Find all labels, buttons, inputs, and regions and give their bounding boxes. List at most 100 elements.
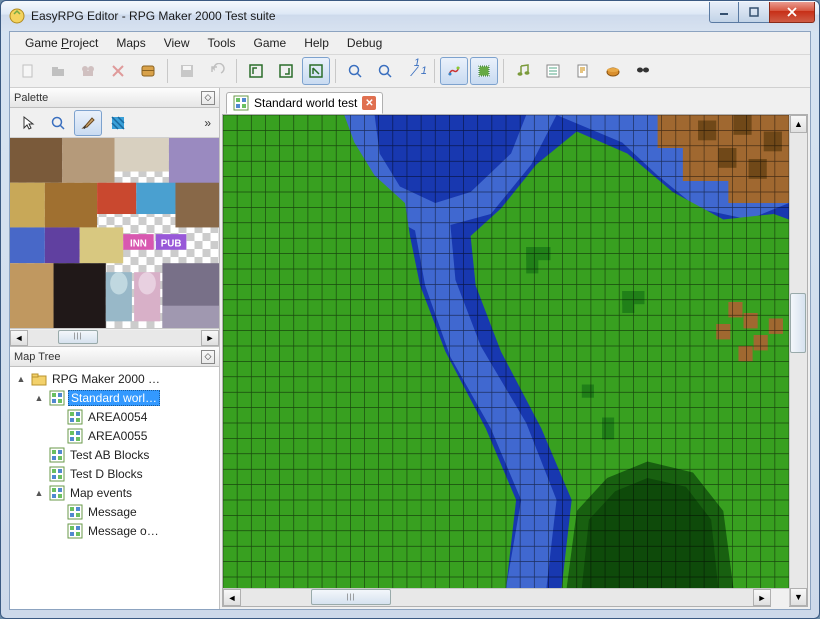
scroll-thumb[interactable]: ||| [311,589,391,605]
scroll-left-icon[interactable]: ◄ [223,589,241,606]
map-icon [49,485,65,501]
tree-view[interactable]: ▲ RPG Maker 2000 … ▲Standard worl… AREA0054… [10,367,219,609]
tab-close-button[interactable]: ✕ [362,96,376,110]
undock-icon[interactable]: ◇ [201,350,215,364]
app-icon [9,8,25,24]
pointer-tool[interactable] [14,110,42,136]
layer-lower-button[interactable] [242,57,270,85]
map-icon [233,95,249,111]
scroll-left-icon[interactable]: ◄ [10,330,28,346]
layer-events-button[interactable] [302,57,330,85]
tree-item[interactable]: ▲ RPG Maker 2000 … [10,369,219,388]
maximize-button[interactable] [739,2,769,23]
tree-item[interactable]: Test D Blocks [10,464,219,483]
scroll-right-icon[interactable]: ► [753,589,771,606]
layer-upper-button[interactable] [272,57,300,85]
music-button[interactable] [509,57,537,85]
main-toolbar: 1⁄1 [10,54,810,88]
map-icon [67,409,83,425]
palette-hscroll[interactable]: ◄ ||| ► [10,328,219,346]
close-button[interactable] [769,2,815,23]
map-icon [67,428,83,444]
map-icon [67,523,83,539]
menu-game[interactable]: Game [245,34,296,52]
app-window: EasyRPG Editor - RPG Maker 2000 Test sui… [0,0,820,619]
menu-view[interactable]: View [155,34,199,52]
tree-item[interactable]: ▲ Map events [10,483,219,502]
script-button[interactable] [569,57,597,85]
map-icon [49,466,65,482]
toolbar-sep [335,59,336,83]
tree-twisty[interactable]: ▲ [32,488,46,498]
svg-text:INN: INN [130,238,147,249]
tree-label: Map events [68,486,134,500]
menu-help[interactable]: Help [295,34,338,52]
brush-tool[interactable] [74,110,102,136]
database-button[interactable] [134,57,162,85]
editor-main: Standard world test ✕ [220,88,810,609]
undo-button[interactable] [203,57,231,85]
canvas-hscroll[interactable]: ◄ ||| ► [223,588,789,606]
titlebar[interactable]: EasyRPG Editor - RPG Maker 2000 Test sui… [1,1,819,31]
tree-label: AREA0054 [86,410,149,424]
minimize-button[interactable] [709,2,739,23]
open-button[interactable] [44,57,72,85]
window-title: EasyRPG Editor - RPG Maker 2000 Test sui… [31,9,709,23]
palette-title: Palette [14,92,48,104]
tabbar: Standard world test ✕ [220,88,810,114]
new-button[interactable] [14,57,42,85]
window-client: Game Project Maps View Tools Game Help D… [9,31,811,610]
scroll-thumb[interactable] [790,293,806,353]
resource-button[interactable] [74,57,102,85]
find-button[interactable] [629,57,657,85]
maptree-header[interactable]: Map Tree ◇ [10,347,219,367]
tileset-view[interactable]: INN PUB [10,138,219,328]
canvas-vscroll[interactable]: ▲ ▼ [789,115,807,606]
palette-overflow[interactable]: » [200,116,215,130]
tree-item[interactable]: Message [10,502,219,521]
map-icon [49,447,65,463]
tab-standard-world[interactable]: Standard world test ✕ [226,92,383,114]
tree-item[interactable]: Message o… [10,521,219,540]
zoom-reset-button[interactable]: 1⁄1 [401,57,429,85]
package-button[interactable] [599,57,627,85]
svg-text:PUB: PUB [161,238,182,249]
tree-twisty[interactable]: ▲ [14,374,28,384]
menu-debug[interactable]: Debug [338,34,391,52]
undock-icon[interactable]: ◇ [201,91,215,105]
scroll-track[interactable]: ||| [28,330,201,346]
scroll-up-icon[interactable]: ▲ [790,115,807,133]
tree-label: RPG Maker 2000 … [50,372,162,386]
toolbar-sep [236,59,237,83]
tree-item[interactable]: AREA0054 [10,407,219,426]
scroll-track[interactable] [790,133,807,588]
scroll-corner [771,589,789,607]
zoom-in-button[interactable] [341,57,369,85]
menu-game-project[interactable]: Game Project [16,34,107,52]
tree-item[interactable]: ▲Standard worl… [10,388,219,407]
tree-twisty[interactable]: ▲ [32,393,46,403]
tree-item[interactable]: AREA0055 [10,426,219,445]
scroll-down-icon[interactable]: ▼ [790,588,807,606]
scroll-right-icon[interactable]: ► [201,330,219,346]
list-button[interactable] [539,57,567,85]
scroll-track[interactable]: ||| [241,589,753,606]
menubar: Game Project Maps View Tools Game Help D… [10,32,810,54]
zoom-tool[interactable] [44,110,72,136]
zoom-out-button[interactable] [371,57,399,85]
palette-panel: Palette ◇ » [10,88,219,347]
palette-toolbar: » [10,108,219,138]
scroll-thumb[interactable]: ||| [58,330,98,344]
delete-button[interactable] [104,57,132,85]
map-canvas[interactable] [223,115,789,588]
map-icon [49,390,65,406]
menu-maps[interactable]: Maps [107,34,154,52]
toolbar-sep [167,59,168,83]
menu-tools[interactable]: Tools [199,34,245,52]
save-button[interactable] [173,57,201,85]
rect-tool-button[interactable] [470,57,498,85]
draw-tool-button[interactable] [440,57,468,85]
tree-item[interactable]: Test AB Blocks [10,445,219,464]
palette-header[interactable]: Palette ◇ [10,88,219,108]
pattern-tool[interactable] [104,110,132,136]
